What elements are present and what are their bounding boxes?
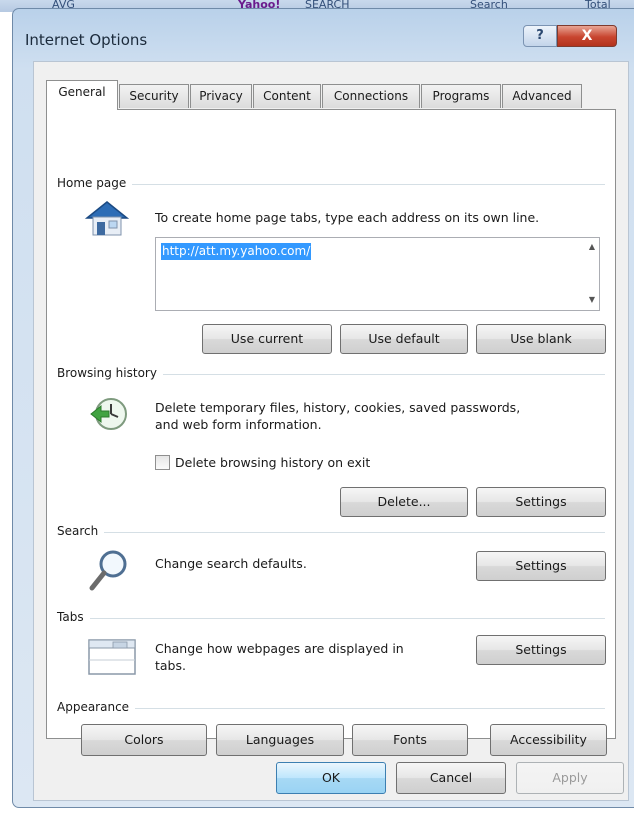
title-bar[interactable]: Internet Options ? X bbox=[13, 9, 634, 63]
search-heading: Search bbox=[57, 524, 105, 538]
history-clock-icon bbox=[90, 398, 127, 430]
home-page-heading: Home page bbox=[57, 176, 133, 190]
languages-button[interactable]: Languages bbox=[216, 724, 344, 756]
delete-on-exit-label[interactable]: Delete browsing history on exit bbox=[175, 454, 370, 471]
history-settings-button[interactable]: Settings bbox=[476, 487, 606, 517]
close-button[interactable]: X bbox=[557, 25, 617, 47]
scroll-up-arrow-icon[interactable]: ▲ bbox=[589, 242, 595, 251]
appearance-divider bbox=[57, 708, 605, 709]
search-settings-button[interactable]: Settings bbox=[476, 551, 606, 581]
tab-privacy[interactable]: Privacy bbox=[190, 84, 252, 108]
home-page-url-text: http://att.my.yahoo.com/ bbox=[161, 243, 312, 260]
tab-connections[interactable]: Connections bbox=[322, 84, 420, 108]
use-blank-button[interactable]: Use blank bbox=[476, 324, 606, 354]
tab-programs[interactable]: Programs bbox=[421, 84, 501, 108]
colors-button[interactable]: Colors bbox=[81, 724, 207, 756]
general-tab-panel: Home page To create home page tabs, type… bbox=[46, 109, 616, 756]
window-title: Internet Options bbox=[25, 31, 148, 49]
house-icon bbox=[84, 201, 130, 236]
appearance-heading: Appearance bbox=[57, 700, 136, 714]
browsing-history-description-1: Delete temporary files, history, cookies… bbox=[155, 400, 521, 415]
ok-button[interactable]: OK bbox=[276, 762, 386, 794]
tab-security[interactable]: Security bbox=[119, 84, 189, 108]
home-page-divider bbox=[57, 184, 605, 185]
tab-advanced[interactable]: Advanced bbox=[502, 84, 582, 108]
use-current-button[interactable]: Use current bbox=[202, 324, 332, 354]
delete-history-button[interactable]: Delete... bbox=[340, 487, 468, 517]
tab-content[interactable]: Content bbox=[253, 84, 321, 108]
help-button[interactable]: ? bbox=[523, 25, 557, 47]
home-page-instructions: To create home page tabs, type each addr… bbox=[155, 210, 540, 225]
search-divider bbox=[57, 532, 605, 533]
search-description: Change search defaults. bbox=[155, 556, 307, 571]
internet-options-window: Internet Options ? X General Security Pr… bbox=[12, 8, 634, 808]
use-default-button[interactable]: Use default bbox=[340, 324, 468, 354]
magnifier-icon bbox=[89, 550, 127, 591]
tabs-description-1: Change how webpages are displayed in bbox=[155, 641, 404, 656]
browsing-history-description-2: and web form information. bbox=[155, 417, 322, 432]
tabs-description-2: tabs. bbox=[155, 658, 186, 673]
delete-on-exit-checkbox[interactable] bbox=[155, 455, 170, 470]
browsing-history-heading: Browsing history bbox=[57, 366, 163, 380]
tabbed-window-icon bbox=[88, 639, 136, 675]
apply-button[interactable]: Apply bbox=[516, 762, 624, 794]
fonts-button[interactable]: Fonts bbox=[352, 724, 468, 756]
tabs-settings-button[interactable]: Settings bbox=[476, 635, 606, 665]
cancel-button[interactable]: Cancel bbox=[396, 762, 506, 794]
tabs-divider bbox=[57, 618, 605, 619]
tabs-heading: Tabs bbox=[57, 610, 90, 624]
dialog-body: General Security Privacy Content Connect… bbox=[33, 61, 629, 801]
tab-general[interactable]: General bbox=[46, 80, 118, 110]
accessibility-button[interactable]: Accessibility bbox=[490, 724, 607, 756]
home-page-url-input[interactable]: http://att.my.yahoo.com/ ▲ ▼ bbox=[155, 237, 600, 311]
scroll-down-arrow-icon[interactable]: ▼ bbox=[589, 295, 595, 304]
